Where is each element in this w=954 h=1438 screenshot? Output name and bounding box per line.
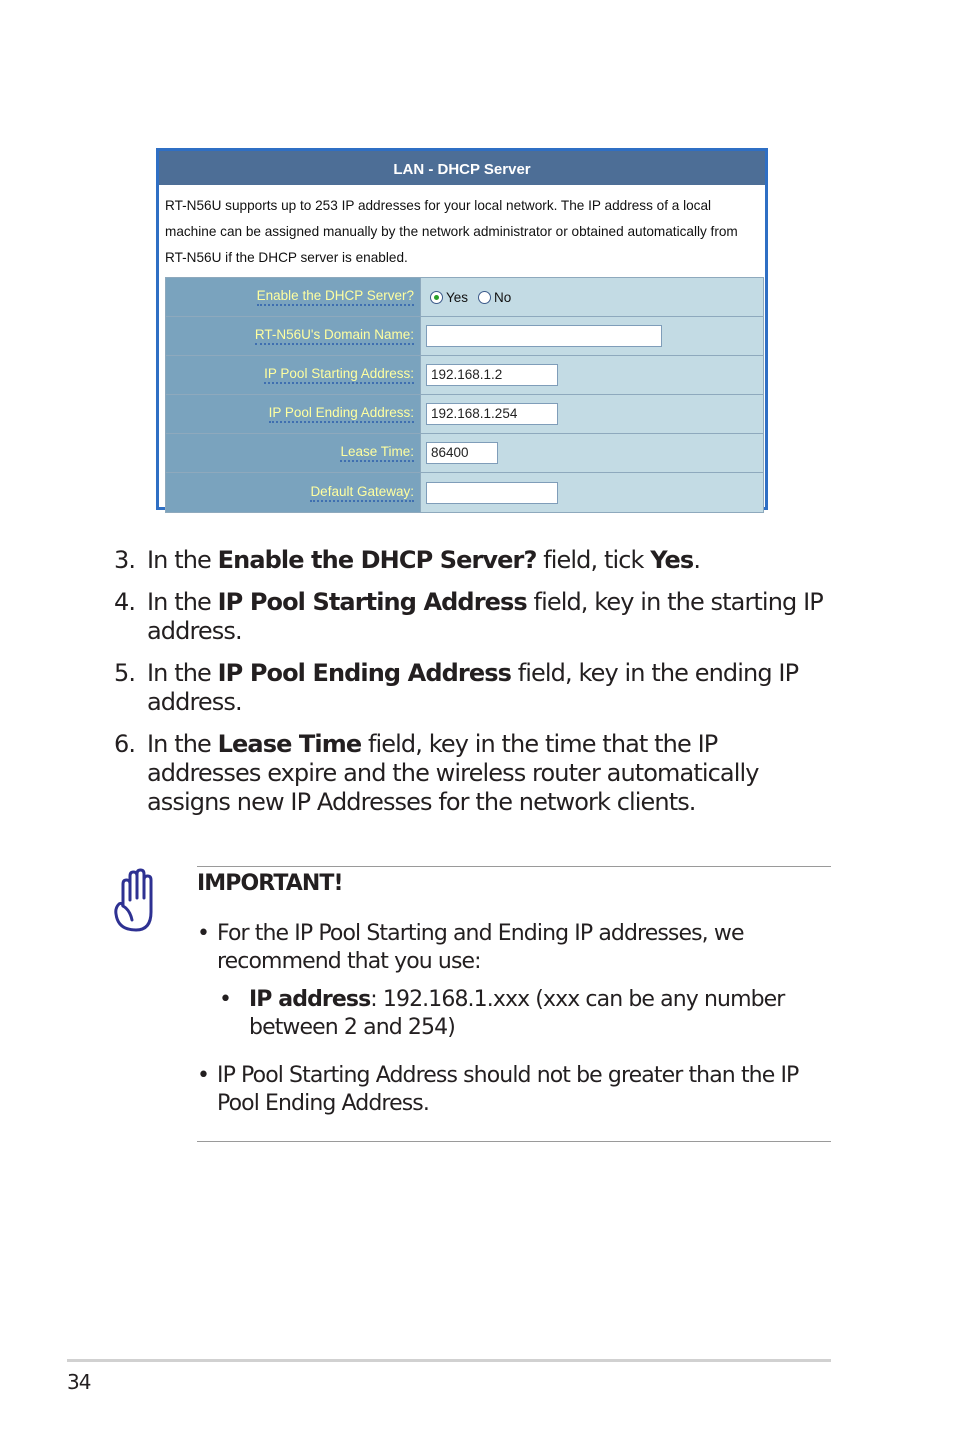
note-bottom-rule [197,1141,831,1142]
gateway-input[interactable] [426,481,558,504]
bullet-dot: • [197,921,210,946]
lease-time-label[interactable]: Lease Time: [340,444,414,462]
step-number: 5. [114,659,136,687]
no-label[interactable]: No [494,290,511,305]
step-item: 5. In the IP Pool Ending Address field, … [114,659,834,717]
gateway-label[interactable]: Default Gateway: [310,484,414,502]
instruction-steps: 3. In the Enable the DHCP Server? field,… [114,546,834,830]
pool-end-label[interactable]: IP Pool Ending Address: [268,405,414,423]
pool-start-input[interactable]: 192.168.1.2 [426,364,558,386]
page-number: 34 [67,1370,91,1394]
step-option-name: Yes [650,546,694,574]
step-number: 4. [114,588,136,616]
note-bullet: • IP Pool Starting Address should not be… [197,1062,831,1118]
note-bullet-text: For the IP Pool Starting and Ending IP a… [217,921,744,974]
note-bullet-text: IP Pool Starting Address should not be g… [217,1063,799,1116]
step-item: 4. In the IP Pool Starting Address field… [114,588,834,646]
step-item: 3. In the Enable the DHCP Server? field,… [114,546,834,575]
pool-start-label[interactable]: IP Pool Starting Address: [264,366,414,384]
form-row-enable-dhcp: Enable the DHCP Server? Yes No [166,278,763,317]
step-field-name: Enable the DHCP Server? [217,546,538,574]
bullet-dot: • [197,1063,210,1088]
panel-description: RT-N56U supports up to 253 IP addresses … [165,198,738,265]
form-row-pool-start: IP Pool Starting Address: 192.168.1.2 [166,356,763,395]
enable-dhcp-no-radio[interactable] [478,290,492,304]
step-item: 6. In the Lease Time field, key in the t… [114,730,834,817]
enable-dhcp-label[interactable]: Enable the DHCP Server? [256,288,414,306]
domain-name-label[interactable]: RT-N56U's Domain Name: [254,327,414,345]
panel-title: LAN - DHCP Server [159,151,765,185]
lease-time-input[interactable]: 86400 [426,442,498,464]
step-text: In the [147,588,218,616]
step-number: 3. [114,546,136,574]
form-row-domain-name: RT-N56U's Domain Name: [166,317,763,356]
domain-name-input[interactable] [426,325,662,347]
step-text: In the [147,659,218,687]
enable-dhcp-yes-radio[interactable] [430,290,443,304]
step-number: 6. [114,730,136,758]
form-row-gateway: Default Gateway: [166,473,763,512]
form-row-pool-end: IP Pool Ending Address: 192.168.1.254 [166,395,763,434]
hand-stop-icon [114,868,153,932]
note-top-rule [197,866,831,867]
note-title: IMPORTANT [197,871,334,896]
step-text: field, tick [536,546,651,574]
note-title-suffix: ! [333,871,344,896]
step-text: In the [147,730,218,758]
form-row-lease-time: Lease Time: 86400 [166,434,763,473]
yes-label[interactable]: Yes [446,290,468,305]
pool-end-input[interactable]: 192.168.1.254 [426,403,558,425]
footer-rule [67,1359,831,1362]
dhcp-server-panel: LAN - DHCP Server RT-N56U supports up to… [156,148,768,513]
dhcp-form: Enable the DHCP Server? Yes No RT-N56U's… [165,277,764,513]
step-field-name: IP Pool Starting Address [217,588,528,616]
note-bullet: • For the IP Pool Starting and Ending IP… [197,920,831,976]
step-field-name: IP Pool Ending Address [217,659,512,687]
step-text: . [693,546,701,574]
step-field-name: Lease Time [217,730,362,758]
step-text: In the [147,546,218,574]
bullet-dot: • [219,987,232,1012]
enable-dhcp-radios: Yes No [421,278,763,316]
important-note: IMPORTANT! • For the IP Pool Starting an… [197,870,831,1128]
sub-bullet-label: IP address [249,987,371,1012]
note-sub-bullet: • IP address: 192.168.1.xxx (xxx can be … [219,986,831,1042]
